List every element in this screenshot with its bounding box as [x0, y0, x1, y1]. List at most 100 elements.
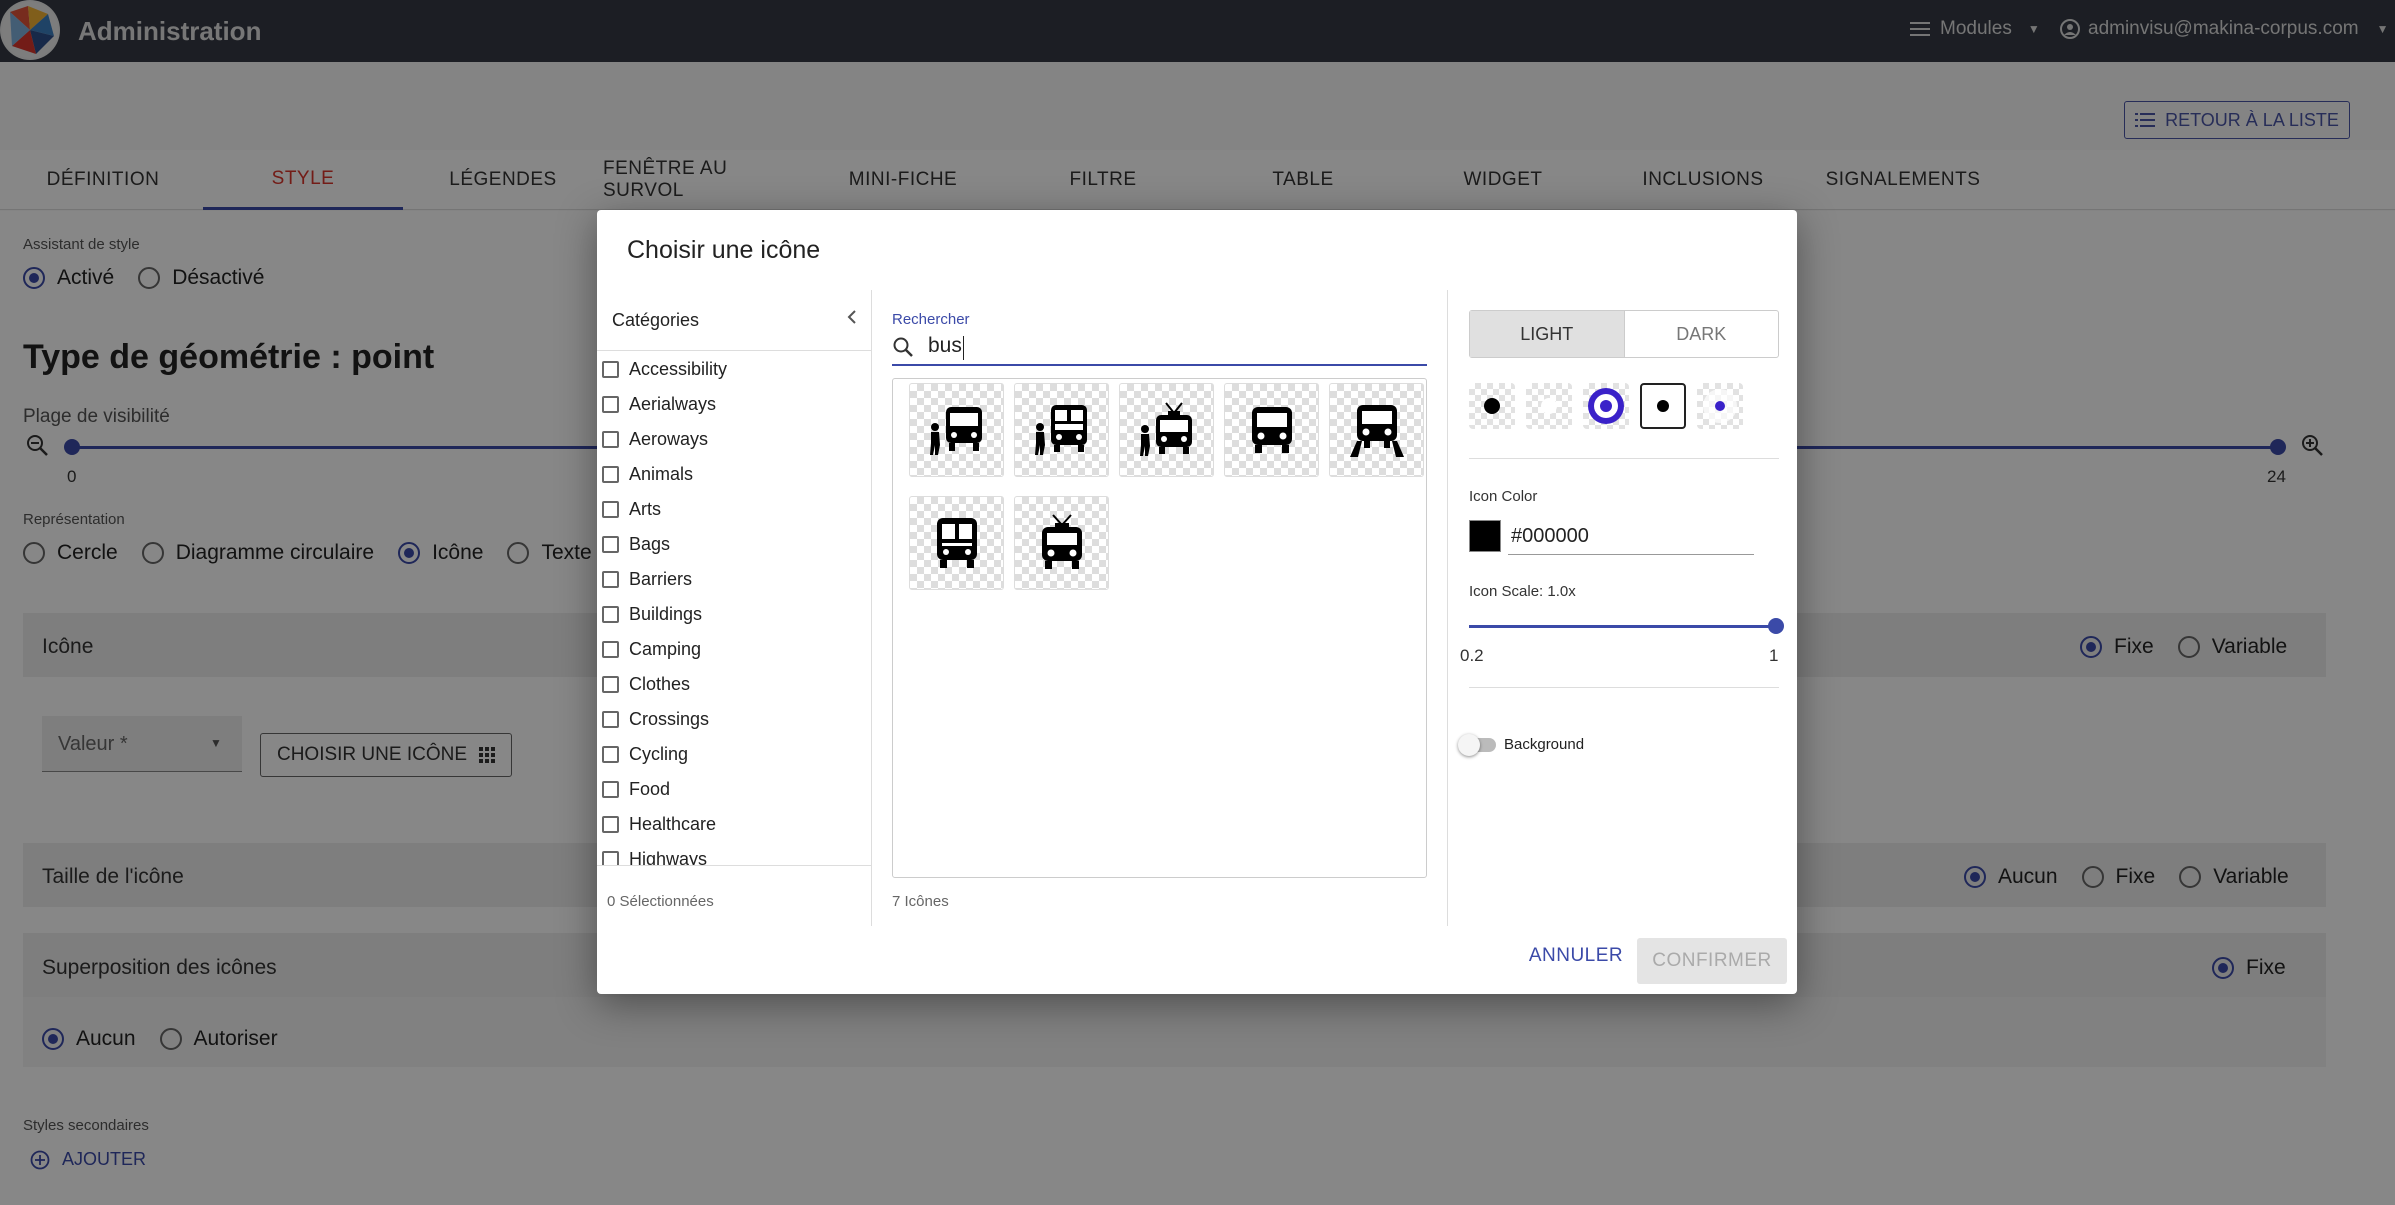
icon-scale-label: Icon Scale: 1.0x — [1469, 583, 1576, 600]
category-label: Accessibility — [629, 358, 728, 379]
category-item[interactable]: Barriers — [602, 564, 692, 594]
cancel-button[interactable]: ANNULER — [1521, 933, 1631, 979]
category-item[interactable]: Healthcare — [602, 809, 716, 839]
white-dot-icon — [1541, 398, 1557, 414]
style-option[interactable] — [1469, 383, 1515, 429]
category-checkbox[interactable] — [602, 395, 619, 413]
category-item[interactable]: Aeroways — [602, 424, 708, 454]
bus-front-icon — [1251, 407, 1292, 453]
icon-option[interactable] — [1014, 496, 1109, 590]
category-checkbox[interactable] — [602, 605, 619, 623]
theme-toggle: LIGHT DARK — [1469, 310, 1779, 358]
chevron-left-icon[interactable] — [845, 308, 859, 331]
category-label: Cycling — [629, 743, 689, 764]
category-item[interactable]: Clothes — [602, 669, 690, 699]
category-item[interactable]: Bags — [602, 529, 670, 559]
categories-list[interactable]: Accessibility Aerialways Aeroways Animal… — [597, 350, 871, 866]
search-icon — [893, 337, 913, 357]
icon-option[interactable] — [1224, 383, 1319, 477]
square-dot-icon — [1657, 400, 1669, 412]
icon-scale-max: 1 — [1769, 646, 1779, 665]
confirm-button[interactable]: CONFIRMER — [1637, 938, 1787, 984]
icon-option[interactable] — [1014, 383, 1109, 477]
icon-scale-slider-track[interactable] — [1469, 625, 1779, 628]
category-label: Aeroways — [629, 428, 709, 449]
category-checkbox[interactable] — [602, 675, 619, 693]
search-label: Rechercher — [892, 311, 970, 328]
category-item[interactable]: Buildings — [602, 599, 702, 629]
category-checkbox[interactable] — [602, 780, 619, 798]
category-item[interactable]: Animals — [602, 459, 693, 489]
choose-icon-dialog: Choisir une icône Catégories Accessibili… — [597, 210, 1797, 994]
icon-option[interactable] — [1329, 383, 1424, 477]
theme-light-button[interactable]: LIGHT — [1470, 311, 1625, 357]
category-label: Highways — [629, 848, 708, 866]
search-value: bus — [928, 334, 962, 358]
category-checkbox[interactable] — [602, 430, 619, 448]
category-label: Barriers — [629, 568, 693, 589]
category-label: Camping — [629, 638, 702, 659]
small-dot-icon — [1703, 389, 1737, 423]
search-input[interactable]: bus — [892, 330, 1427, 366]
category-item[interactable]: Highways — [602, 844, 708, 866]
trolleybus-icon — [1041, 514, 1082, 569]
category-checkbox[interactable] — [602, 850, 619, 865]
category-label: Healthcare — [629, 813, 717, 834]
style-option[interactable] — [1697, 383, 1743, 429]
category-label: Clothes — [629, 673, 691, 694]
icon-scale-slider-handle[interactable] — [1768, 618, 1784, 634]
category-checkbox[interactable] — [602, 710, 619, 728]
divider — [1469, 458, 1779, 459]
category-label: Bags — [629, 533, 671, 554]
bus-station-icon — [1349, 405, 1404, 457]
category-label: Buildings — [629, 603, 703, 624]
icon-option[interactable] — [909, 496, 1004, 590]
icon-style-panel: LIGHT DARK Icon Color #000000 Icon Scale… — [1447, 290, 1797, 926]
category-item[interactable]: Aerialways — [602, 389, 716, 419]
icon-option[interactable] — [909, 383, 1004, 477]
categories-header: Catégories — [612, 310, 700, 330]
icon-scale-min: 0.2 — [1460, 646, 1484, 665]
text-caret — [962, 335, 964, 360]
icon-color-value: #000000 — [1511, 525, 1589, 547]
category-checkbox[interactable] — [602, 465, 619, 483]
background-label: Background — [1504, 736, 1585, 753]
icon-color-label: Icon Color — [1469, 488, 1538, 505]
style-option-selected[interactable] — [1583, 383, 1629, 429]
category-checkbox[interactable] — [602, 500, 619, 518]
style-option[interactable] — [1640, 383, 1686, 429]
divider — [1469, 687, 1779, 688]
style-option[interactable] — [1526, 383, 1572, 429]
category-label: Crossings — [629, 708, 710, 729]
ring-dot-icon — [1588, 388, 1624, 424]
category-checkbox[interactable] — [602, 640, 619, 658]
trolleybus-stop-person-icon — [1139, 402, 1192, 456]
categories-panel: Catégories Accessibility Aerialways Aero… — [597, 290, 872, 926]
icon-color-swatch[interactable] — [1469, 520, 1501, 552]
category-item[interactable]: Accessibility — [602, 354, 727, 384]
theme-dark-button[interactable]: DARK — [1625, 311, 1779, 357]
category-label: Animals — [629, 463, 694, 484]
category-label: Aerialways — [629, 393, 717, 414]
category-item[interactable]: Food — [602, 774, 670, 804]
icons-panel: Rechercher bus 7 Icônes — [892, 290, 1432, 926]
bus-stop-person-icon — [929, 407, 982, 455]
dialog-title: Choisir une icône — [627, 236, 821, 264]
category-checkbox[interactable] — [602, 535, 619, 553]
category-label: Arts — [629, 498, 662, 519]
category-checkbox[interactable] — [602, 815, 619, 833]
category-item[interactable]: Arts — [602, 494, 661, 524]
category-checkbox[interactable] — [602, 745, 619, 763]
background-toggle-thumb[interactable] — [1458, 734, 1480, 756]
category-item[interactable]: Camping — [602, 634, 701, 664]
icons-count: 7 Icônes — [892, 893, 949, 910]
bus-stop-person-double-icon — [1034, 405, 1087, 455]
icon-color-input[interactable]: #000000 — [1508, 519, 1754, 555]
category-label: Food — [629, 778, 671, 799]
bus-rear-icon — [936, 518, 977, 568]
icon-option[interactable] — [1119, 383, 1214, 477]
category-checkbox[interactable] — [602, 360, 619, 378]
category-item[interactable]: Crossings — [602, 704, 709, 734]
category-item[interactable]: Cycling — [602, 739, 688, 769]
category-checkbox[interactable] — [602, 570, 619, 588]
